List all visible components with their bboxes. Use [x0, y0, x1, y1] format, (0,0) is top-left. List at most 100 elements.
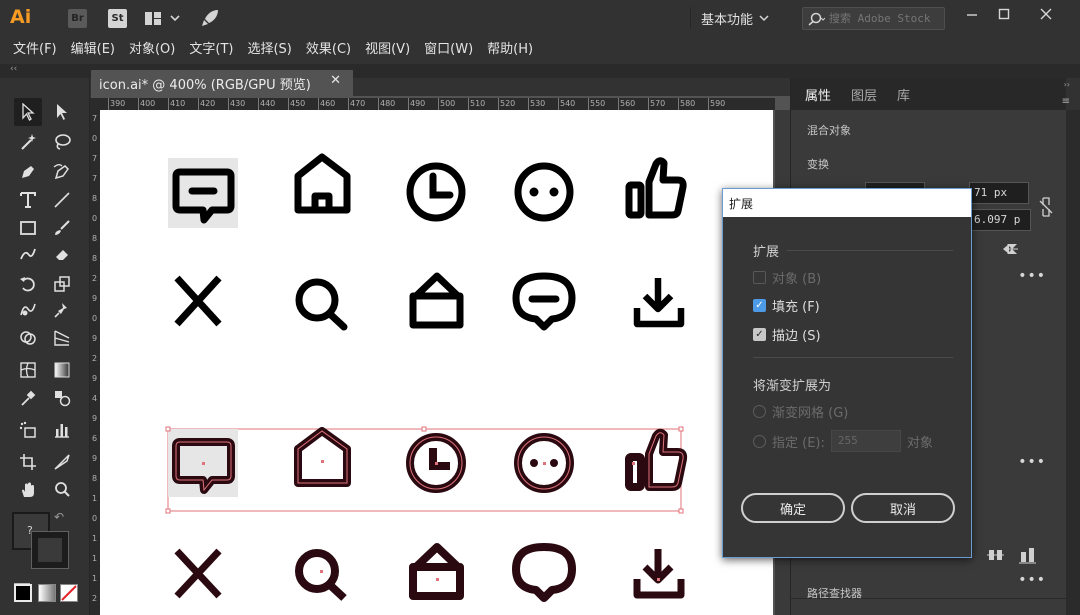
- selection-tool[interactable]: [14, 98, 42, 126]
- gradient-tool[interactable]: [48, 356, 76, 384]
- gradient-mode-icon[interactable]: [38, 584, 56, 602]
- rotate-tool[interactable]: [14, 270, 42, 298]
- menu-view[interactable]: 视图(V): [358, 36, 417, 64]
- artboard[interactable]: [100, 110, 773, 615]
- cancel-button[interactable]: 取消: [851, 493, 955, 523]
- perspective-grid-tool[interactable]: [48, 324, 76, 352]
- eyedropper-tool[interactable]: [14, 384, 42, 412]
- close-document-icon[interactable]: ✕: [330, 73, 341, 88]
- pushpin-icon: [54, 303, 67, 318]
- collapse-toolbar-icon[interactable]: ‹‹: [10, 64, 17, 74]
- ruler-tick: [468, 98, 469, 110]
- zoom-tool[interactable]: [48, 476, 76, 504]
- shape-builder-tool[interactable]: [14, 324, 42, 352]
- horizontal-ruler[interactable]: 390 400 410 420 430 440 450 460 470 480 490 500 510 5…: [100, 98, 775, 110]
- ruler-tick-label: 470: [350, 99, 366, 108]
- collapse-panel-icon[interactable]: ››: [1064, 80, 1070, 89]
- radio-specify[interactable]: [753, 434, 766, 448]
- menu-effect[interactable]: 效果(C): [299, 36, 358, 64]
- rectangle-tool[interactable]: [14, 214, 42, 242]
- shaper-tool[interactable]: [14, 240, 42, 268]
- option-stroke[interactable]: ✓ 描边 (S): [753, 325, 821, 344]
- workspace-switcher[interactable]: 基本功能: [690, 7, 784, 29]
- checkbox-fill[interactable]: ✓: [753, 299, 766, 312]
- radio-gradient-mesh[interactable]: [753, 405, 766, 418]
- menu-edit[interactable]: 编辑(E): [64, 36, 122, 64]
- lasso-tool[interactable]: [48, 128, 76, 156]
- slice-tool[interactable]: [48, 448, 76, 476]
- puppet-warp-tool[interactable]: [48, 296, 76, 324]
- artboard-tool[interactable]: [14, 448, 42, 476]
- type-tool[interactable]: [14, 186, 42, 214]
- distribute-icons[interactable]: [987, 546, 1057, 564]
- panel-scrollbar[interactable]: [1066, 110, 1080, 615]
- constrain-proportions-icon[interactable]: [1039, 196, 1053, 218]
- menu-select[interactable]: 选择(S): [240, 36, 298, 64]
- download-icon: [633, 278, 685, 328]
- maximize-button[interactable]: [992, 4, 1016, 24]
- column-graph-tool[interactable]: [48, 416, 76, 444]
- more-options-icon-3[interactable]: •••: [1018, 572, 1046, 588]
- fill-stroke-widget[interactable]: ? ↶: [12, 510, 69, 570]
- ruler-tick-label: 8: [92, 474, 98, 483]
- paintbrush-tool[interactable]: [48, 214, 76, 242]
- close-window-button[interactable]: [1034, 4, 1058, 24]
- scale-tool[interactable]: [48, 270, 76, 298]
- checkbox-object[interactable]: [753, 271, 766, 284]
- vertical-ruler[interactable]: 7 0 7 7 8 0 8 8 2 9 0 9 2 9 4 9 6 9 8 1 0 1 1 1 2: [90, 110, 100, 615]
- flip-vertical-icon[interactable]: [1005, 242, 1019, 256]
- warp-tool[interactable]: [14, 296, 42, 324]
- ruler-tick: [348, 98, 349, 110]
- more-options-icon[interactable]: •••: [1018, 268, 1046, 284]
- none-mode-icon[interactable]: [60, 584, 78, 602]
- curvature-tool[interactable]: [48, 158, 76, 186]
- menu-help[interactable]: 帮助(H): [480, 36, 540, 64]
- line-segment-icon: [54, 192, 70, 208]
- magic-wand-tool[interactable]: [14, 128, 42, 156]
- tab-libraries[interactable]: 库: [889, 85, 918, 110]
- menu-window[interactable]: 窗口(W): [417, 36, 480, 64]
- hand-tool[interactable]: [14, 476, 42, 504]
- option-object[interactable]: 对象 (B): [753, 268, 821, 287]
- ruler-tick-label: 580: [680, 99, 696, 108]
- transform-h-field[interactable]: 6.097 p: [969, 209, 1031, 231]
- option-specify[interactable]: 指定 (E): 255 对象: [753, 430, 933, 452]
- direct-selection-tool[interactable]: [48, 98, 76, 126]
- eraser-tool[interactable]: [48, 240, 76, 268]
- blend-tool[interactable]: [48, 384, 76, 412]
- pen-tool[interactable]: [14, 158, 42, 186]
- checkbox-stroke[interactable]: ✓: [753, 328, 766, 341]
- ruler-tick: [168, 98, 169, 110]
- line-tool[interactable]: [48, 186, 76, 214]
- menu-file[interactable]: 文件(F): [6, 36, 64, 64]
- stroke-swatch[interactable]: [31, 531, 69, 569]
- color-mode-icon[interactable]: [14, 584, 32, 602]
- ruler-origin[interactable]: [90, 98, 100, 110]
- chevron-down-icon: [759, 15, 769, 22]
- document-tab[interactable]: icon.ai* @ 400% (RGB/GPU 预览) ✕: [91, 70, 353, 96]
- option-fill[interactable]: ✓ 填充 (F): [753, 296, 820, 315]
- ok-button[interactable]: 确定: [741, 493, 845, 523]
- bridge-button[interactable]: Br: [68, 9, 87, 28]
- panel-menu-icon[interactable]: ≡: [1062, 96, 1070, 107]
- swap-fill-stroke-icon[interactable]: ↶: [54, 510, 64, 524]
- stock-button[interactable]: St: [108, 9, 127, 28]
- menu-type[interactable]: 文字(T): [182, 36, 240, 64]
- rocket-icon[interactable]: [200, 8, 220, 28]
- stock-search[interactable]: [802, 7, 945, 30]
- more-options-icon-2[interactable]: •••: [1018, 454, 1046, 470]
- ruler-tick-label: 0: [92, 214, 98, 223]
- ruler-tick-label: 540: [560, 99, 576, 108]
- mesh-tool[interactable]: [14, 356, 42, 384]
- search-input[interactable]: [829, 12, 943, 25]
- ruler-tick-label: 390: [110, 99, 126, 108]
- menu-object[interactable]: 对象(O): [122, 36, 182, 64]
- transform-w-field[interactable]: 71 px: [969, 182, 1029, 204]
- minimize-button[interactable]: [960, 4, 984, 24]
- tab-properties[interactable]: 属性: [797, 85, 839, 110]
- tab-layers[interactable]: 图层: [843, 85, 885, 110]
- specify-objects-input[interactable]: 255: [830, 430, 901, 452]
- symbol-sprayer-tool[interactable]: [14, 416, 42, 444]
- option-gradient-mesh[interactable]: 渐变网格 (G): [753, 402, 848, 421]
- arrange-documents-icon[interactable]: [144, 10, 184, 27]
